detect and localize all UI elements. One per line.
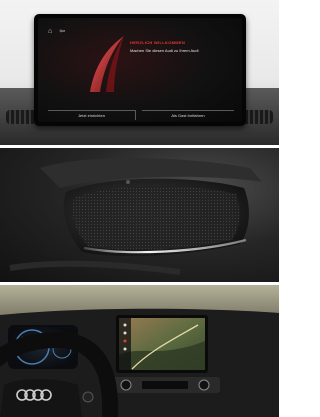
infotainment-photo: ⌂ ⇦ Herzlich willkommen Machen Sie diese… bbox=[0, 0, 279, 145]
climate-display bbox=[142, 381, 188, 389]
speaker-grille-mesh bbox=[72, 186, 240, 250]
cockpit-photo bbox=[0, 285, 279, 417]
screen-display: ⌂ ⇦ Herzlich willkommen Machen Sie diese… bbox=[38, 18, 242, 122]
back-arrow-icon: ⇦ bbox=[59, 28, 66, 35]
menu-icon-2 bbox=[123, 331, 127, 335]
welcome-heading: Herzlich willkommen bbox=[130, 40, 186, 45]
setup-now-button[interactable]: Jetzt einrichten bbox=[48, 110, 136, 120]
climate-knob-left bbox=[120, 379, 132, 391]
door-handle-shadow bbox=[9, 260, 181, 275]
menu-icon-4 bbox=[123, 347, 127, 351]
speaker-photo bbox=[0, 148, 279, 282]
infotainment-screen: ⌂ ⇦ Herzlich willkommen Machen Sie diese… bbox=[34, 14, 246, 126]
wing-graphic bbox=[90, 36, 124, 92]
welcome-message: Machen Sie diesen Audi zu Ihrem Audi bbox=[130, 48, 199, 53]
speaker-illustration bbox=[9, 158, 262, 275]
cockpit-illustration bbox=[0, 285, 279, 417]
continue-as-guest-button[interactable]: Als Gast fortfahren bbox=[142, 110, 234, 120]
home-icon: ⌂ bbox=[48, 28, 53, 35]
steering-wheel-button bbox=[82, 391, 94, 403]
climate-knob-right bbox=[198, 379, 210, 391]
door-screw bbox=[126, 180, 130, 184]
menu-icon-1 bbox=[123, 323, 127, 327]
menu-icon-3 bbox=[123, 339, 127, 343]
